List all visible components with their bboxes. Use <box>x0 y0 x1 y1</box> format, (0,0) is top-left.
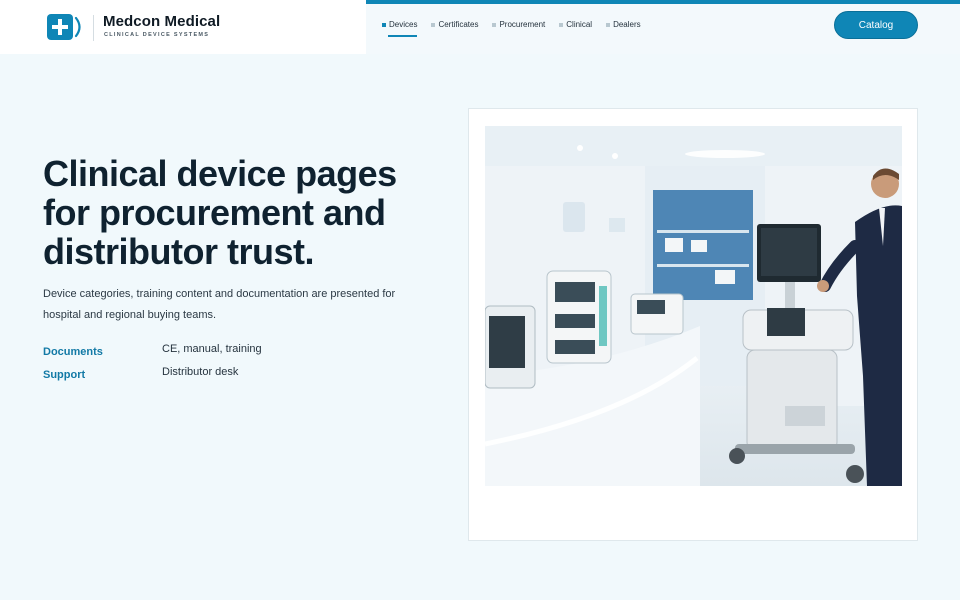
nav-item-label: Procurement <box>499 20 546 29</box>
top-navigation-bar: Devices Certificates Procurement Clinica… <box>366 0 960 54</box>
hero-image-card <box>468 108 918 541</box>
nav-item-devices[interactable]: Devices <box>382 20 418 37</box>
fact-label: Support <box>43 369 86 381</box>
hero-description: Device categories, training content and … <box>43 288 396 321</box>
nav-bullet-icon <box>559 22 564 27</box>
fact-value: Distributor desk <box>162 366 239 378</box>
nav-item-clinical[interactable]: Clinical <box>559 20 592 37</box>
nav-item-label: Clinical <box>566 20 593 29</box>
brand-header: Medcon Medical CLINICAL DEVICE SYSTEMS <box>0 0 366 54</box>
nav-item-procurement[interactable]: Procurement <box>492 20 545 37</box>
catalog-button[interactable]: Catalog <box>834 11 918 39</box>
nav-bullet-icon <box>431 22 436 27</box>
fact-row-support: Support Distributor desk <box>43 366 262 389</box>
nav-item-label: Certificates <box>438 20 479 29</box>
fact-value: CE, manual, training <box>162 343 262 355</box>
medical-showroom-photo <box>485 126 902 486</box>
brand-tagline: CLINICAL DEVICE SYSTEMS <box>104 32 210 38</box>
fact-label: Documents <box>43 346 103 358</box>
nav-item-label: Dealers <box>613 20 641 29</box>
showroom-illustration <box>485 126 902 486</box>
nav-item-dealers[interactable]: Dealers <box>606 20 641 37</box>
nav-bullet-icon <box>382 22 386 27</box>
fact-row-documents: Documents CE, manual, training <box>43 343 262 366</box>
medical-cross-logo-icon[interactable] <box>46 13 84 41</box>
nav-item-certificates[interactable]: Certificates <box>431 20 478 37</box>
nav-item-label: Devices <box>389 20 418 29</box>
main-nav: Devices Certificates Procurement Clinica… <box>382 20 641 37</box>
nav-bullet-icon <box>606 22 611 27</box>
nav-bullet-icon <box>492 22 497 27</box>
facts-list: Documents CE, manual, training Support D… <box>43 343 262 389</box>
hero-title: Clinical device pages for procurement an… <box>43 153 397 272</box>
brand-divider <box>93 15 94 41</box>
brand-name[interactable]: Medcon Medical <box>103 13 220 30</box>
